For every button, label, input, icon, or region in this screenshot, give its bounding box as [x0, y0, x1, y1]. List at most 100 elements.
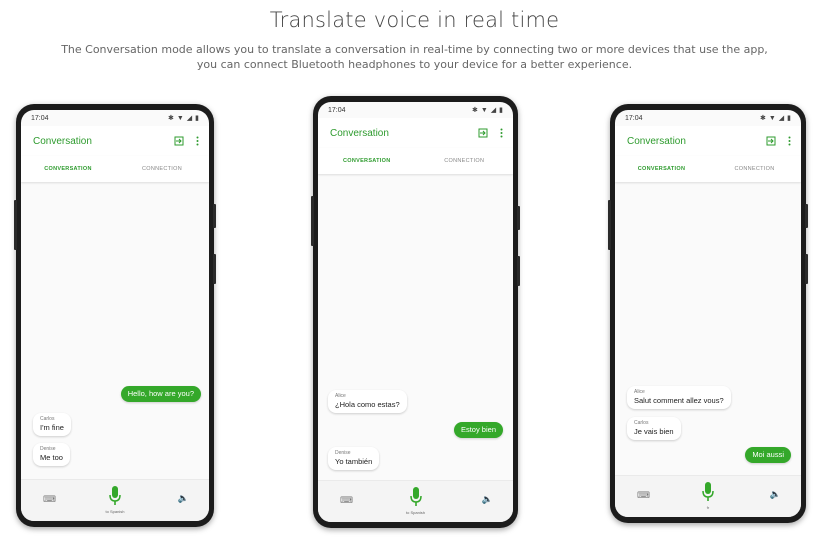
app-bar: Conversation: [21, 126, 209, 156]
input-bar: ⌨ fr 🔈: [615, 475, 801, 517]
signal-icon: ◢: [186, 115, 193, 122]
status-icons: ✱ ▼ ◢ ▮: [167, 114, 199, 123]
page-description: The Conversation mode allows you to tran…: [0, 42, 829, 72]
phone-1: 17:04 ✱ ▼ ◢ ▮ Conversation CONVERSATION …: [14, 104, 216, 527]
input-bar: ⌨ to Spanish 🔈: [21, 479, 209, 521]
phone-screen: 17:04 ✱ ▼ ◢ ▮ Conversation CONVERSATION …: [21, 110, 209, 521]
mic-language-label: to Spanish: [406, 510, 425, 515]
phone-side-button: [311, 196, 314, 246]
status-bar: 17:04 ✱ ▼ ◢ ▮: [615, 110, 801, 126]
tab-bar: CONVERSATION CONNECTION: [615, 156, 801, 182]
microphone-icon[interactable]: [109, 486, 121, 506]
exit-icon[interactable]: [174, 136, 184, 146]
message-text: I'm fine: [40, 423, 64, 432]
keyboard-icon[interactable]: ⌨: [43, 494, 56, 505]
message-text: Salut comment allez vous?: [634, 396, 724, 405]
app-title: Conversation: [33, 135, 92, 147]
phone-screen: 17:04 ✱ ▼ ◢ ▮ Conversation CONVERSATION …: [318, 102, 513, 522]
page-title: Translate voice in real time: [269, 8, 560, 32]
message-sender: Alice: [634, 389, 645, 395]
message-sender: Carlos: [40, 416, 55, 422]
message-sender: Denise: [335, 450, 351, 456]
battery-icon: ▮: [499, 107, 503, 114]
phone-screen: 17:04 ✱ ▼ ◢ ▮ Conversation CONVERSATION …: [615, 110, 801, 517]
message-text: Je vais bien: [634, 427, 674, 436]
message-bubble: Alice ¿Hola como estas?: [328, 390, 407, 413]
status-bar: 17:04 ✱ ▼ ◢ ▮: [318, 102, 513, 118]
message-text: Moi aussi: [752, 450, 784, 459]
signal-icon: ◢: [778, 115, 785, 122]
phone-2: 17:04 ✱ ▼ ◢ ▮ Conversation CONVERSATION …: [311, 96, 520, 528]
signal-icon: ◢: [490, 107, 497, 114]
tab-connection[interactable]: CONNECTION: [708, 156, 801, 182]
description-line-2: you can connect Bluetooth headphones to …: [196, 58, 633, 71]
mic-language-label: to Spanish: [105, 509, 125, 514]
microphone-icon[interactable]: [702, 482, 714, 502]
status-icons: ✱ ▼ ◢ ▮: [759, 114, 791, 123]
message-bubble: Denise Yo también: [328, 447, 380, 470]
tab-conversation[interactable]: CONVERSATION: [21, 156, 115, 182]
message-bubble: Alice Salut comment allez vous?: [627, 386, 731, 409]
bluetooth-icon: ✱: [759, 115, 766, 122]
more-options-icon[interactable]: [500, 128, 503, 138]
tab-bar: CONVERSATION CONNECTION: [21, 156, 209, 182]
message-text: Yo también: [335, 457, 373, 466]
message-sender: Denise: [40, 446, 56, 452]
tab-conversation[interactable]: CONVERSATION: [318, 148, 416, 174]
status-time: 17:04: [328, 106, 346, 114]
phone-side-button: [14, 200, 17, 250]
exit-icon[interactable]: [766, 136, 776, 146]
app-bar: Conversation: [615, 126, 801, 156]
keyboard-icon[interactable]: ⌨: [340, 495, 353, 506]
phone-side-button: [213, 204, 216, 228]
phone-side-button: [805, 254, 808, 284]
phone-side-button: [213, 254, 216, 284]
phone-side-button: [608, 200, 611, 250]
exit-icon[interactable]: [478, 128, 488, 138]
wifi-icon: ▼: [768, 114, 776, 122]
bluetooth-icon: ✱: [471, 107, 478, 114]
more-options-icon[interactable]: [196, 136, 199, 146]
message-bubble: Estoy bien: [453, 422, 503, 438]
phone-side-button: [517, 256, 520, 286]
wifi-icon: ▼: [480, 106, 488, 114]
status-time: 17:04: [625, 114, 643, 122]
wifi-icon: ▼: [176, 114, 184, 122]
app-bar: Conversation: [318, 118, 513, 148]
message-text: Hello, how are you?: [127, 389, 194, 398]
message-bubble: Hello, how are you?: [120, 386, 201, 402]
tab-conversation[interactable]: CONVERSATION: [615, 156, 708, 182]
input-bar: ⌨ to Spanish 🔈: [318, 480, 513, 522]
message-text: Estoy bien: [460, 425, 496, 434]
phone-3: 17:04 ✱ ▼ ◢ ▮ Conversation CONVERSATION …: [608, 104, 808, 523]
message-bubble: Carlos Je vais bien: [627, 417, 681, 440]
message-sender: Carlos: [634, 420, 649, 426]
speaker-icon[interactable]: 🔈: [178, 493, 189, 504]
battery-icon: ▮: [787, 115, 791, 122]
message-bubble: Denise Me too: [33, 443, 70, 466]
app-title: Conversation: [627, 135, 686, 147]
tab-connection[interactable]: CONNECTION: [416, 148, 514, 174]
status-bar: 17:04 ✱ ▼ ◢ ▮: [21, 110, 209, 126]
speaker-icon[interactable]: 🔈: [482, 494, 493, 505]
app-title: Conversation: [330, 127, 389, 139]
more-options-icon[interactable]: [788, 136, 791, 146]
phone-side-button: [517, 206, 520, 230]
message-sender: Alice: [335, 393, 346, 399]
message-text: Me too: [40, 453, 63, 462]
keyboard-icon[interactable]: ⌨: [637, 490, 650, 501]
tab-bar: CONVERSATION CONNECTION: [318, 148, 513, 174]
mic-language-label: fr: [706, 505, 710, 510]
message-bubble: Moi aussi: [745, 447, 791, 463]
status-time: 17:04: [31, 114, 49, 122]
battery-icon: ▮: [195, 115, 199, 122]
message-text: ¿Hola como estas?: [335, 400, 400, 409]
tab-connection[interactable]: CONNECTION: [115, 156, 209, 182]
description-line-1: The Conversation mode allows you to tran…: [61, 43, 768, 56]
microphone-icon[interactable]: [409, 487, 422, 507]
phone-side-button: [805, 204, 808, 228]
speaker-icon[interactable]: 🔈: [770, 489, 781, 500]
message-bubble: Carlos I'm fine: [33, 413, 71, 436]
bluetooth-icon: ✱: [167, 115, 174, 122]
status-icons: ✱ ▼ ◢ ▮: [471, 106, 503, 115]
